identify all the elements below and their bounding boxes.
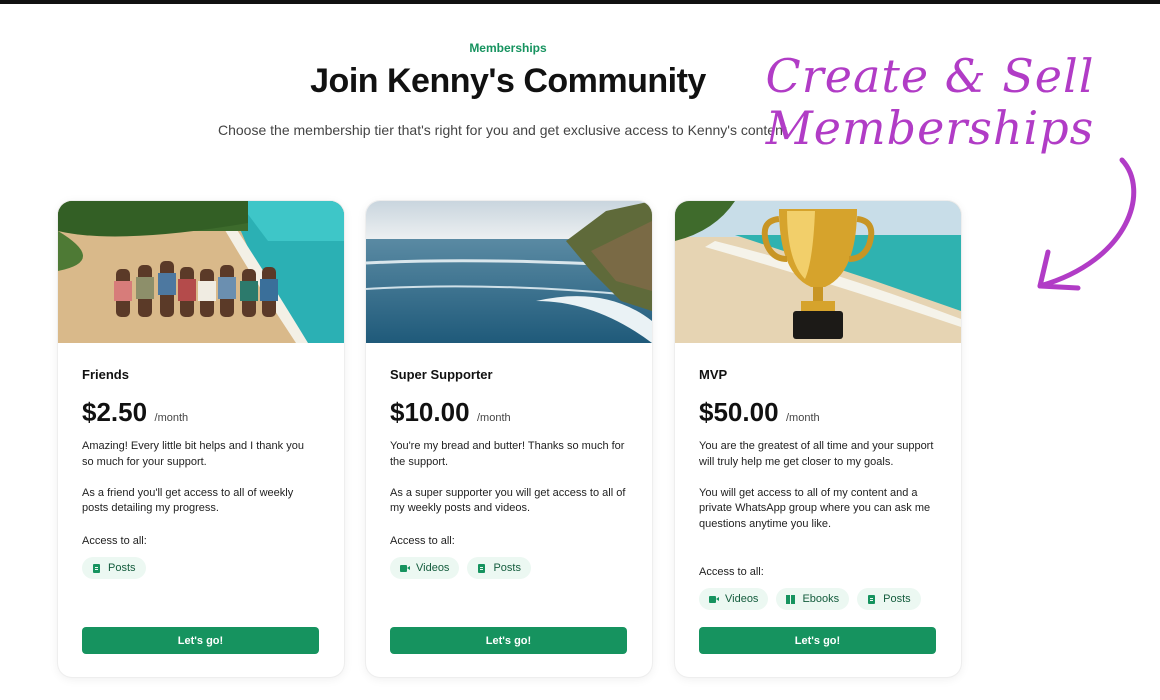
access-chips: Videos Posts [390, 557, 531, 579]
chip-label: Posts [108, 562, 136, 574]
chip-label: Ebooks [802, 593, 840, 605]
price-row: $50.00 /month [699, 397, 820, 428]
tier-card-mvp: MVP $50.00 /month You are the greatest o… [675, 201, 961, 677]
access-chips: Videos Ebooks Posts [699, 588, 921, 610]
tier-period: /month [154, 412, 189, 424]
tier-price: $50.00 [699, 397, 779, 427]
document-icon [867, 594, 877, 604]
chip-label: Posts [883, 593, 911, 605]
tier-description-paragraph: As a super supporter you will get access… [390, 486, 626, 515]
chip-label: Videos [416, 562, 450, 574]
chip-label: Posts [493, 562, 521, 574]
tier-period: /month [785, 412, 820, 424]
document-icon [92, 563, 102, 573]
tier-image-mvp [675, 201, 961, 343]
tier-description-paragraph: As a friend you'll get access to all of … [82, 486, 294, 515]
video-icon [709, 595, 719, 604]
chip-ebooks: Ebooks [776, 588, 850, 610]
book-icon [786, 594, 796, 604]
access-label: Access to all: [699, 566, 764, 578]
lets-go-button-friends[interactable]: Let's go! [82, 627, 319, 654]
tier-name: MVP [699, 367, 728, 382]
chip-videos: Videos [390, 557, 460, 579]
lets-go-button-mvp[interactable]: Let's go! [699, 627, 936, 654]
tier-description: You are the greatest of all time and you… [699, 439, 935, 548]
page-subtitle: Choose the membership tier that's right … [218, 122, 787, 138]
price-row: $10.00 /month [390, 397, 511, 428]
document-icon [477, 563, 487, 573]
chip-posts: Posts [82, 557, 146, 579]
tier-description-paragraph: Amazing! Every little bit helps and I th… [82, 440, 304, 468]
chip-label: Videos [725, 593, 759, 605]
tier-description-paragraph: You're my bread and butter! Thanks so mu… [390, 440, 625, 468]
price-row: $2.50 /month [82, 397, 188, 428]
chip-videos: Videos [699, 588, 769, 610]
top-bar [0, 0, 1160, 4]
access-label: Access to all: [82, 535, 147, 547]
chip-posts: Posts [857, 588, 921, 610]
tier-description: Amazing! Every little bit helps and I th… [82, 439, 318, 532]
access-chips: Posts [82, 557, 146, 579]
tier-period: /month [476, 412, 511, 424]
lets-go-button-super-supporter[interactable]: Let's go! [390, 627, 627, 654]
tier-price: $10.00 [390, 397, 470, 427]
tier-image-friends [58, 201, 344, 343]
tier-card-friends: Friends $2.50 /month Amazing! Every litt… [58, 201, 344, 677]
tier-description-paragraph: You are the greatest of all time and you… [699, 440, 934, 468]
curved-arrow-icon [1037, 157, 1137, 291]
promo-line-1: Create & Sell [765, 49, 1095, 103]
access-label: Access to all: [390, 535, 455, 547]
tier-description: You're my bread and butter! Thanks so mu… [390, 439, 626, 532]
tier-price: $2.50 [82, 397, 148, 427]
tier-card-super-supporter: Super Supporter $10.00 /month You're my … [366, 201, 652, 677]
chip-posts: Posts [467, 557, 531, 579]
tier-image-super-supporter [366, 201, 652, 343]
tier-name: Super Supporter [390, 367, 493, 382]
video-icon [400, 564, 410, 573]
tier-name: Friends [82, 367, 129, 382]
tier-description-paragraph: You will get access to all of my content… [699, 486, 931, 530]
